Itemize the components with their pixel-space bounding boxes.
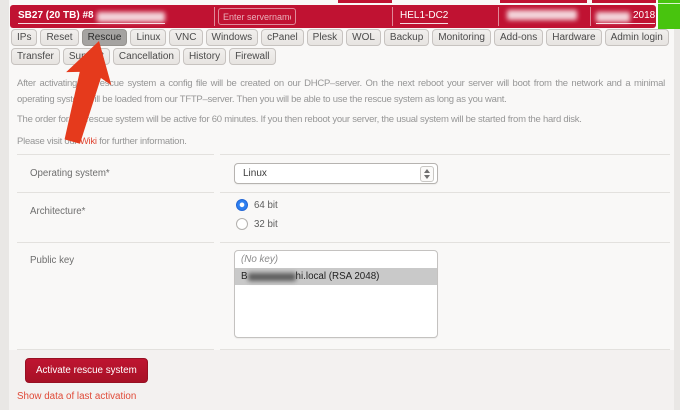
tab-row-primary: IPs Reset Rescue Linux VNC Windows cPane… [11,29,669,46]
key-name-blur [248,273,296,281]
paid-until-link[interactable]: 2018 [596,10,655,24]
cropped-top-bar-segment [500,0,587,3]
wiki-paragraph-prefix: Please visit our [17,136,77,147]
page-margin-right [674,0,680,410]
servername-input[interactable] [218,8,296,25]
public-key-option-none[interactable]: (No key) [235,251,437,268]
server-title-link[interactable]: SB27 (20 TB) #8 [18,10,165,24]
tab-addons[interactable]: Add-ons [494,29,543,46]
cropped-top-bar-segment [592,0,656,3]
wiki-link[interactable]: Wiki [80,136,97,147]
tab-windows[interactable]: Windows [206,29,259,46]
form-divider [220,154,670,155]
activate-rescue-button[interactable]: Activate rescue system [25,358,148,383]
tab-support[interactable]: Support [63,48,110,65]
wiki-paragraph: Please visit our Wiki for further inform… [17,134,187,150]
form-divider [220,349,670,350]
rescue-intro-paragraph: After activating the rescue system a con… [17,76,665,107]
year-label: 2018 [633,10,655,22]
tab-plesk[interactable]: Plesk [307,29,343,46]
server-title-text: SB27 (20 TB) #8 [18,10,94,22]
status-indicator [658,0,680,29]
tab-rescue[interactable]: Rescue [82,29,128,46]
form-divider [17,349,214,350]
tab-linux[interactable]: Linux [130,29,166,46]
tab-history[interactable]: History [183,48,226,65]
tab-cancellation[interactable]: Cancellation [113,48,180,65]
form-divider [220,192,670,193]
tab-monitoring[interactable]: Monitoring [432,29,491,46]
public-key-label: Public key [30,255,74,266]
header-separator [590,7,591,26]
form-divider [220,242,670,243]
tab-vnc[interactable]: VNC [169,29,202,46]
operating-system-select[interactable]: Linux [234,163,438,184]
key-name-suffix: hi.local (RSA 2048) [296,271,380,282]
tab-backup[interactable]: Backup [384,29,429,46]
datacenter-link[interactable]: HEL1-DC2 [400,10,448,24]
form-divider [17,154,214,155]
tab-admin-login[interactable]: Admin login [605,29,669,46]
tab-row-secondary: Transfer Support Cancellation History Fi… [11,48,276,65]
header-separator [392,7,393,26]
key-name-prefix: B [241,271,248,282]
wiki-paragraph-suffix: for further information. [99,136,186,147]
tab-firewall[interactable]: Firewall [229,48,275,65]
form-divider [17,192,214,193]
server-header-bar: SB27 (20 TB) #8 HEL1-DC2 2018 [10,5,656,28]
form-divider [17,242,214,243]
header-separator [498,7,499,26]
datacenter-label: HEL1-DC2 [400,10,448,22]
tab-reset[interactable]: Reset [40,29,78,46]
server-id-blur [97,12,165,22]
tab-ips[interactable]: IPs [11,29,37,46]
date-blur [596,12,630,22]
tab-transfer[interactable]: Transfer [11,48,60,65]
cropped-top-bar-segment [338,0,392,3]
header-separator [214,7,215,26]
tab-wol[interactable]: WOL [346,29,381,46]
radio-64bit[interactable]: 64 bit [236,199,278,211]
rescue-duration-paragraph: The order for the rescue system will be … [17,112,582,128]
tab-hardware[interactable]: Hardware [546,29,601,46]
server-ip-blur [507,10,577,20]
radio-32bit-label: 32 bit [254,219,278,230]
show-last-activation-link[interactable]: Show data of last activation [17,391,136,402]
radio-64bit-label: 64 bit [254,200,278,211]
rescue-page: SB27 (20 TB) #8 HEL1-DC2 2018 IPs Reset … [0,0,680,410]
select-stepper-icon [420,166,434,182]
tab-cpanel[interactable]: cPanel [261,29,304,46]
radio-unselected-icon [236,218,248,230]
radio-selected-icon [236,199,248,211]
server-ip [507,10,577,21]
page-margin-left [0,0,9,410]
architecture-label: Architecture* [30,206,85,217]
public-key-listbox[interactable]: (No key) B hi.local (RSA 2048) [234,250,438,338]
radio-32bit[interactable]: 32 bit [236,218,278,230]
public-key-option-selected[interactable]: B hi.local (RSA 2048) [235,268,437,285]
operating-system-label: Operating system* [30,168,110,179]
operating-system-value: Linux [243,168,267,179]
